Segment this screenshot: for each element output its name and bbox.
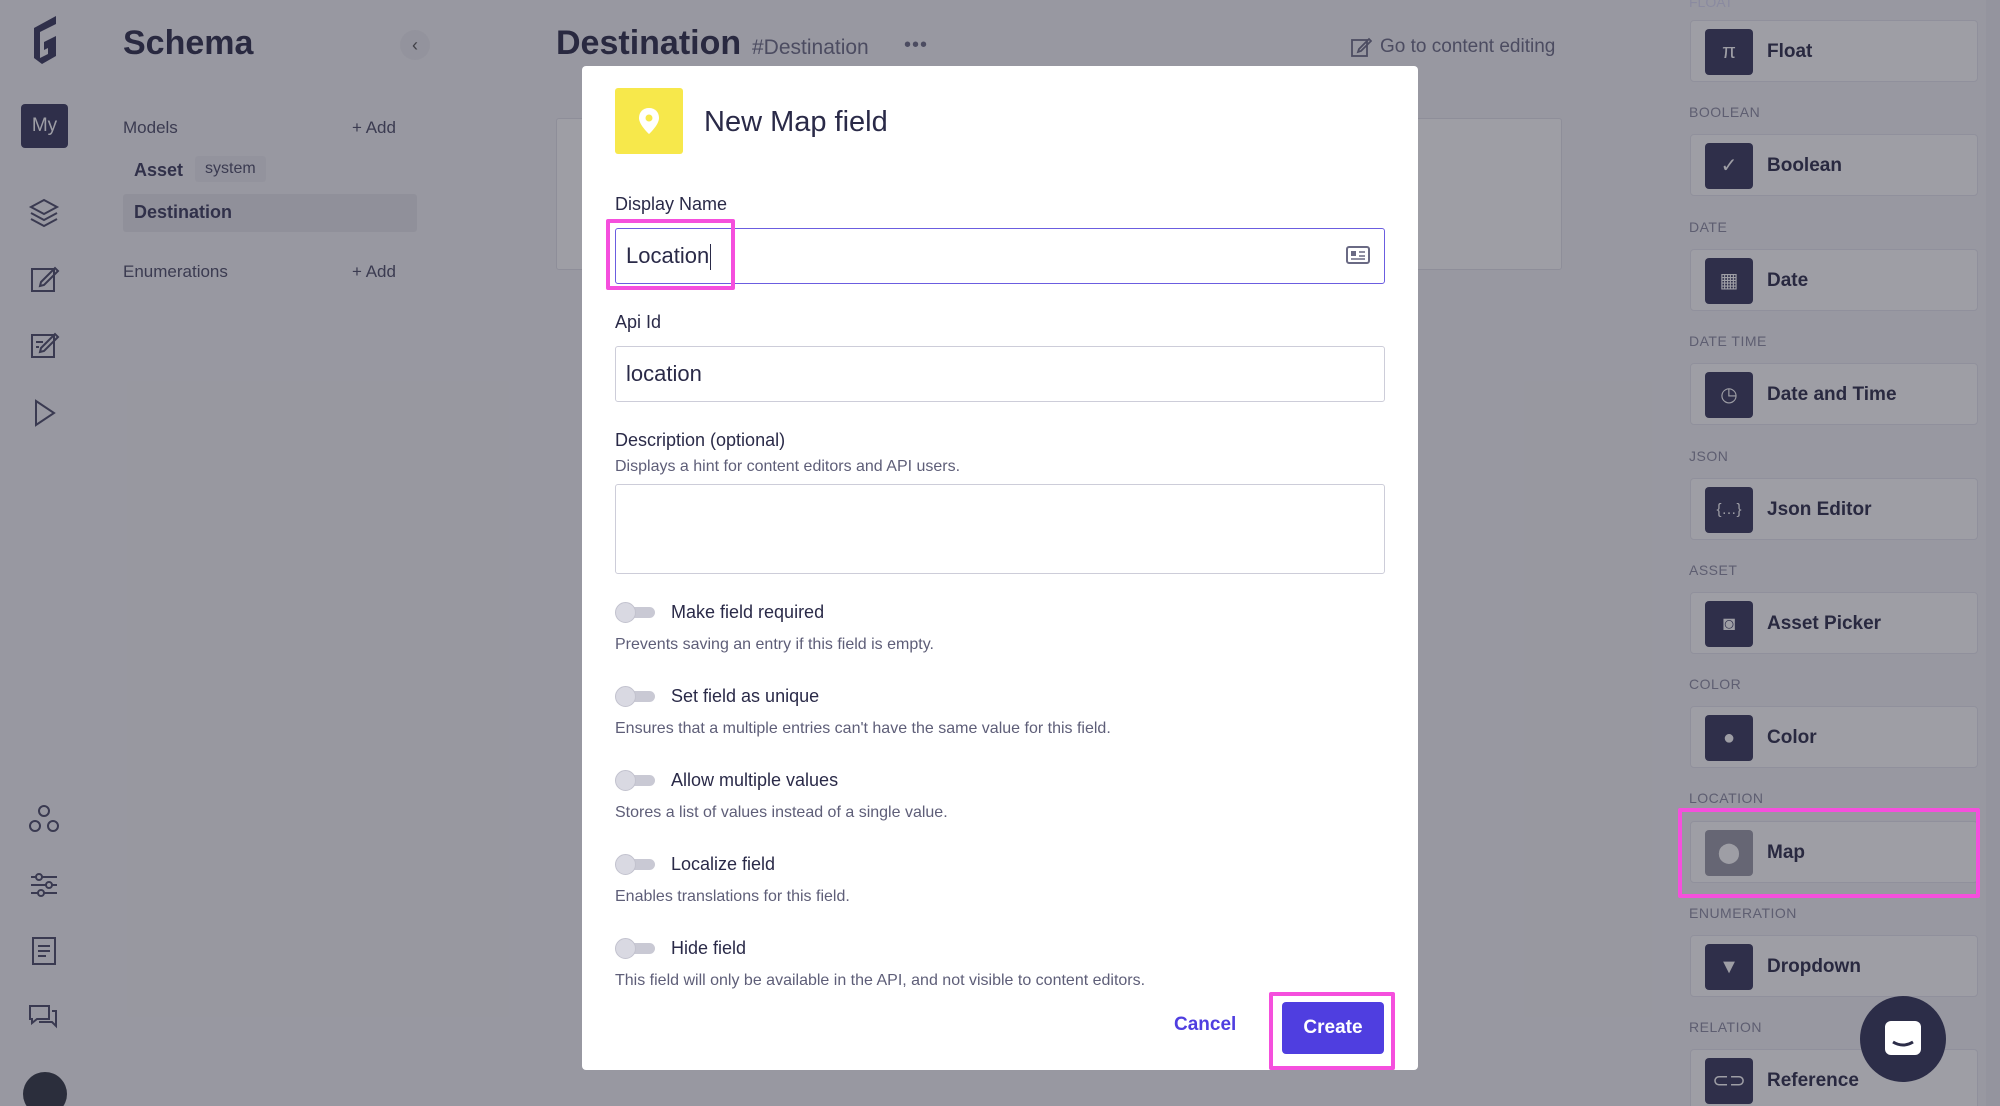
support-chat-button[interactable] (1860, 996, 1946, 1082)
required-toggle[interactable] (615, 602, 655, 623)
multiple-values-hint: Stores a list of values instead of a sin… (615, 804, 948, 821)
hide-field-label: Hide field (671, 938, 747, 958)
localize-hint: Enables translations for this field. (615, 888, 850, 905)
unique-label: Set field as unique (671, 686, 820, 706)
unique-toggle[interactable] (615, 686, 655, 707)
api-id-label: Api Id (615, 312, 662, 332)
required-label: Make field required (671, 602, 825, 622)
cancel-button[interactable]: Cancel (1174, 1014, 1236, 1036)
display-name-label: Display Name (615, 194, 728, 214)
group-heading: FLOAT (1689, 0, 1734, 10)
required-hint: Prevents saving an entry if this field i… (615, 636, 934, 653)
new-field-modal: New Map field Display Name Location Api … (582, 66, 1418, 1070)
description-label: Description (optional) (615, 430, 786, 450)
chat-bubble-icon (1885, 1021, 1921, 1055)
multiple-values-toggle[interactable] (615, 770, 655, 791)
description-hint: Displays a hint for content editors and … (615, 458, 961, 475)
localize-label: Localize field (671, 854, 776, 874)
map-highlight (1678, 808, 1980, 898)
localize-toggle[interactable] (615, 854, 655, 875)
api-id-input[interactable]: location (615, 346, 1385, 402)
description-textarea[interactable] (615, 484, 1385, 574)
map-pin-icon (615, 88, 683, 154)
display-name-highlight (606, 219, 735, 290)
multiple-values-label: Allow multiple values (671, 770, 839, 790)
unique-hint: Ensures that a multiple entries can't ha… (615, 720, 1111, 737)
create-highlight (1269, 992, 1395, 1070)
hide-field-toggle[interactable] (615, 938, 655, 959)
hide-field-hint: This field will only be available in the… (615, 972, 1146, 989)
id-card-icon (1346, 246, 1370, 264)
modal-title: New Map field (704, 106, 888, 138)
